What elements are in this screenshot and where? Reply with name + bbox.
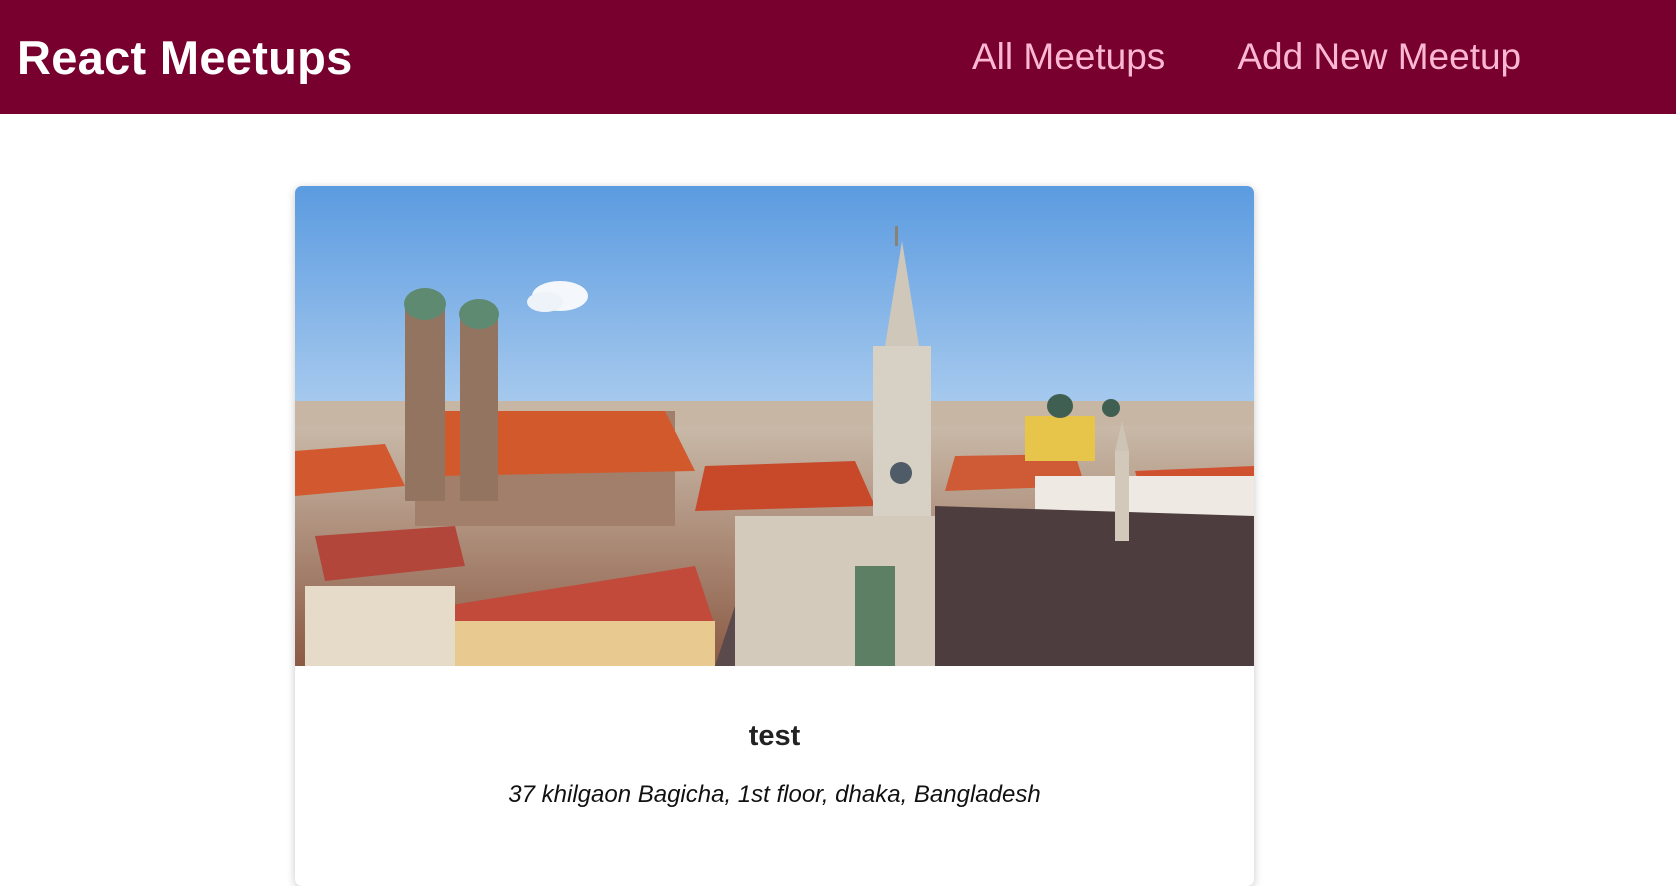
main-header: React Meetups All Meetups Add New Meetup bbox=[0, 0, 1676, 114]
nav-link-all-meetups[interactable]: All Meetups bbox=[972, 36, 1165, 78]
main-nav: All Meetups Add New Meetup bbox=[972, 0, 1593, 114]
meetup-image bbox=[295, 186, 1254, 666]
meetup-title: test bbox=[748, 720, 801, 752]
site-logo: React Meetups bbox=[17, 30, 353, 84]
nav-link-add-new-meetup[interactable]: Add New Meetup bbox=[1237, 36, 1521, 78]
meetup-content: test 37 khilgaon Bagicha, 1st floor, dha… bbox=[295, 666, 1254, 809]
meetup-card: test 37 khilgaon Bagicha, 1st floor, dha… bbox=[295, 186, 1254, 886]
meetup-address: 37 khilgaon Bagicha, 1st floor, dhaka, B… bbox=[508, 781, 1041, 808]
